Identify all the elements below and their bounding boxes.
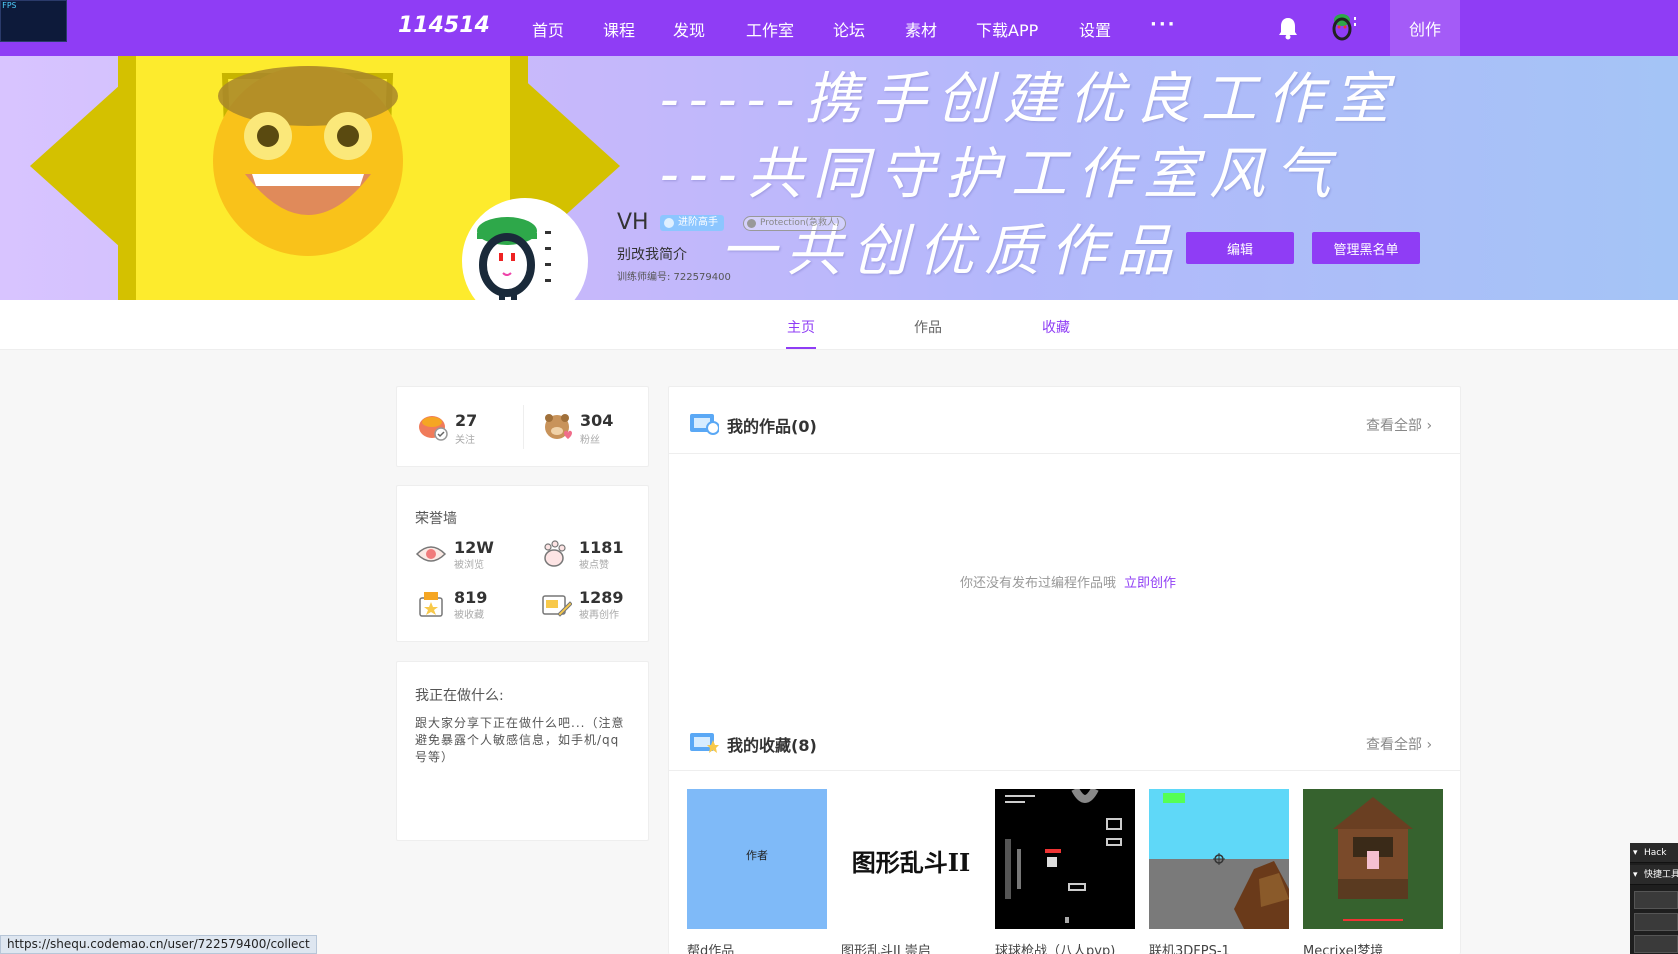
bell-icon[interactable] <box>1277 16 1299 40</box>
likes-count: 1181 <box>579 538 624 557</box>
honor-wall-card: 荣誉墙 12W 被浏览 1181 被点赞 819 被收藏 1289 被再创作 <box>396 485 649 642</box>
paw-like-icon <box>544 540 566 567</box>
nav-more-icon[interactable]: ··· <box>1150 14 1177 35</box>
nav-discover[interactable]: 发现 <box>673 17 705 41</box>
hack-field-2[interactable] <box>1634 913 1678 931</box>
site-logo[interactable]: 114514 <box>398 13 490 38</box>
works-folder-icon <box>690 414 719 435</box>
thumb-4-game-art <box>1149 789 1289 929</box>
collection-title-5[interactable]: Mecrixel梦境 <box>1303 940 1383 954</box>
nav-settings[interactable]: 设置 <box>1079 17 1111 41</box>
following-label: 关注 <box>455 435 475 446</box>
remixes-count: 1289 <box>579 588 624 607</box>
tab-collections[interactable]: 收藏 <box>1042 317 1070 337</box>
collections-divider <box>669 770 1460 771</box>
collection-thumb-5[interactable] <box>1303 789 1443 929</box>
profile-bio: 别改我简介 <box>617 247 687 263</box>
favorite-box-icon <box>419 592 443 617</box>
doing-title: 我正在做什么: <box>415 688 504 704</box>
browser-status-url: https://shequ.codemao.cn/user/722579400/… <box>0 935 317 954</box>
hack-field-3[interactable] <box>1634 935 1678 953</box>
favorites-label: 被收藏 <box>454 610 484 621</box>
banner-slogan-line-2: ---共同守护工作室风气 <box>660 142 1341 207</box>
remixes-label: 被再创作 <box>579 610 619 621</box>
my-works-title: 我的作品(0) <box>727 417 817 436</box>
collections-folder-icon <box>690 733 719 753</box>
favorites-count: 819 <box>454 588 488 607</box>
my-collections-view-all[interactable]: 查看全部 › <box>1366 734 1432 754</box>
profile-username: VH <box>617 210 649 235</box>
views-label: 被浏览 <box>454 560 484 571</box>
edit-profile-button[interactable]: 编辑 <box>1186 232 1294 264</box>
create-now-link[interactable]: 立即创作 <box>1124 576 1176 591</box>
collection-thumb-1[interactable]: 作者 <box>687 789 827 929</box>
manage-blacklist-button[interactable]: 管理黑名单 <box>1312 232 1420 264</box>
following-count[interactable]: 27 <box>455 411 477 430</box>
works-empty-state: 你还没有发布过编程作品哦 立即创作 <box>960 572 1176 591</box>
nav-download-app[interactable]: 下载APP <box>976 17 1038 41</box>
collection-title-3[interactable]: 球球枪战（八人pvp) <box>995 940 1115 954</box>
fans-count[interactable]: 304 <box>580 411 613 430</box>
thumb-5-game-art <box>1303 789 1443 929</box>
create-button[interactable]: 创作 <box>1390 0 1460 56</box>
tab-works[interactable]: 作品 <box>914 317 942 337</box>
thumb-3-game-art <box>1005 789 1122 923</box>
collection-title-2[interactable]: 图形乱斗II 崇启 <box>841 940 931 954</box>
remix-edit-icon <box>542 595 572 617</box>
fps-label: FPS <box>2 1 17 10</box>
hack-panel-row-2[interactable]: 快捷工具 <box>1630 865 1678 885</box>
doing-placeholder[interactable]: 跟大家分享下正在做什么吧...（注意避免暴露个人敏感信息，如手机/qq号等） <box>415 715 625 766</box>
likes-label: 被点赞 <box>579 560 609 571</box>
banner-slogan-line-1: -----携手创建优良工作室 <box>660 67 1399 132</box>
hack-field-1[interactable] <box>1634 891 1678 909</box>
hack-panel-row-1[interactable]: Hack <box>1630 843 1678 863</box>
fans-label: 粉丝 <box>580 435 600 446</box>
honor-wall-title: 荣誉墙 <box>415 511 457 527</box>
role-badge[interactable]: Protection(急救人) <box>743 216 846 231</box>
follow-stats-card: 27 关注 304 粉丝 <box>396 386 649 467</box>
doing-card[interactable]: 我正在做什么: 跟大家分享下正在做什么吧...（注意避免暴露个人敏感信息，如手机… <box>396 661 649 841</box>
profile-tabs: 主页 作品 收藏 <box>0 300 1678 350</box>
trainer-id: 训练师编号: 722579400 <box>617 272 731 283</box>
stats-divider <box>523 405 524 449</box>
works-divider <box>669 453 1460 454</box>
my-works-view-all[interactable]: 查看全部 › <box>1366 415 1432 435</box>
nav-home[interactable]: 首页 <box>532 17 564 41</box>
my-collections-title: 我的收藏(8) <box>727 736 817 755</box>
collection-title-1[interactable]: 帮d作品 <box>687 940 734 954</box>
empty-message: 你还没有发布过编程作品哦 <box>960 576 1117 591</box>
collection-thumb-2[interactable]: 图形乱斗II <box>841 789 981 929</box>
nav-materials[interactable]: 素材 <box>905 17 937 41</box>
nav-studio[interactable]: 工作室 <box>746 17 794 41</box>
nav-forum[interactable]: 论坛 <box>833 17 865 41</box>
collection-title-4[interactable]: 联机3DFPS-1 <box>1149 940 1230 954</box>
user-avatar-icon[interactable] <box>1328 11 1360 43</box>
thumb-1-text: 作者 <box>746 849 768 862</box>
collection-thumb-4[interactable] <box>1149 789 1289 929</box>
active-tab-indicator <box>786 347 816 349</box>
profile-banner: -----携手创建优良工作室 ---共同守护工作室风气 一共创优质作品 <box>0 56 1678 300</box>
level-badge[interactable]: 进阶高手 <box>660 215 724 231</box>
collection-thumb-3[interactable] <box>995 789 1135 929</box>
eye-icon <box>415 546 447 562</box>
top-navbar: FPS 114514 首页 课程 发现 工作室 论坛 素材 下载APP 设置 ·… <box>0 0 1678 56</box>
tab-home[interactable]: 主页 <box>787 317 815 337</box>
hack-panel[interactable]: Hack 快捷工具 <box>1630 843 1678 954</box>
fps-overlay: FPS <box>0 0 67 42</box>
thumb-2-text: 图形乱斗II <box>851 848 971 877</box>
fans-icon <box>545 414 572 439</box>
views-count: 12W <box>454 538 494 557</box>
nav-courses[interactable]: 课程 <box>603 17 635 41</box>
following-icon <box>419 416 448 441</box>
